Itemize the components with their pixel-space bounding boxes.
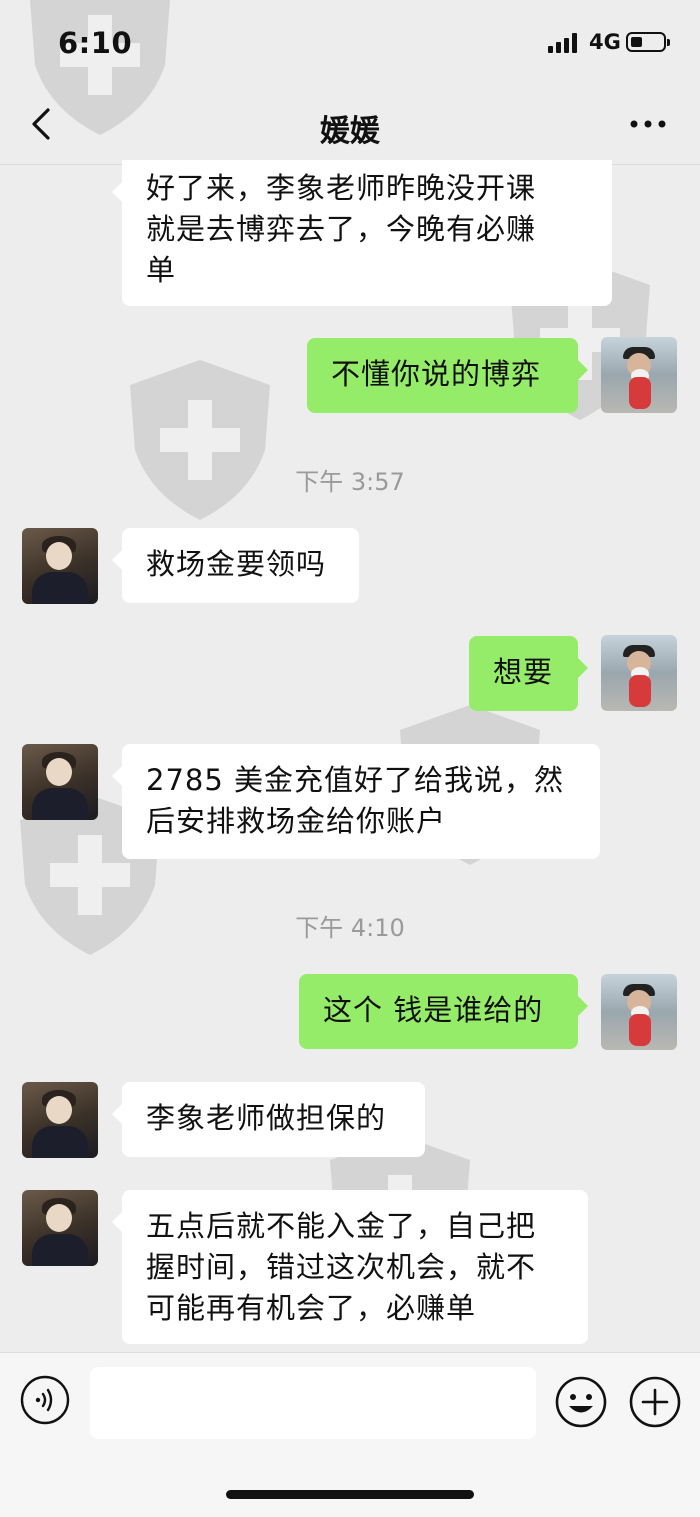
message-text: 不懂你说的博弈 — [331, 357, 542, 391]
message-line: 单 — [146, 253, 177, 287]
message-line: 好了来，李象老师昨晚没开课 — [146, 171, 537, 205]
message-bubble-received[interactable]: 2785 美金充值好了给我说，然 后安排救场金给你账户 — [112, 744, 600, 859]
message-bubble-received[interactable]: 五点后就不能入金了，自己把 握时间，错过这次机会，就不 可能再有机会了，必赚单 — [112, 1190, 588, 1344]
chat-header: 媛媛 — [0, 88, 700, 165]
message-text: 李象老师做担保的 — [146, 1101, 387, 1135]
message-line: 握时间，错过这次机会，就不 — [146, 1250, 537, 1284]
contact-avatar[interactable] — [22, 744, 98, 820]
my-avatar[interactable] — [601, 635, 677, 711]
message-text: 这个 钱是谁给的 — [323, 993, 544, 1027]
message-line: 2785 美金充值好了给我说，然 — [146, 763, 565, 797]
message-bubble-sent[interactable]: 这个 钱是谁给的 — [299, 974, 588, 1049]
my-avatar[interactable] — [601, 337, 677, 413]
message-input[interactable] — [90, 1367, 536, 1439]
cellular-signal-icon — [548, 33, 582, 53]
message-line: 后安排救场金给你账户 — [146, 804, 447, 838]
contact-avatar[interactable] — [22, 1190, 98, 1266]
message-bubble-received[interactable]: 好了来，李象老师昨晚没开课 就是去博弈去了，今晚有必赚 单 — [112, 160, 612, 306]
home-indicator — [226, 1490, 474, 1499]
status-time: 6:10 — [58, 26, 133, 60]
message-line: 就是去博弈去了，今晚有必赚 — [146, 212, 537, 246]
message-text: 想要 — [493, 655, 554, 689]
network-type: 4G — [589, 30, 621, 54]
battery-icon — [626, 32, 670, 52]
watermark-shield-icon — [130, 360, 270, 520]
message-bubble-received[interactable]: 李象老师做担保的 — [112, 1082, 425, 1157]
status-bar: 6:10 4G — [0, 0, 700, 88]
message-line: 五点后就不能入金了，自己把 — [146, 1209, 537, 1243]
my-avatar[interactable] — [601, 974, 677, 1050]
message-text: 救场金要领吗 — [146, 547, 327, 581]
plus-circle-icon[interactable] — [628, 1375, 682, 1429]
message-line: 可能再有机会了，必赚单 — [146, 1291, 477, 1325]
voice-icon[interactable] — [20, 1375, 70, 1425]
contact-avatar[interactable] — [22, 1082, 98, 1158]
emoji-icon[interactable] — [554, 1375, 608, 1429]
message-timestamp: 下午 3:57 — [295, 468, 405, 496]
chat-title: 媛媛 — [320, 114, 380, 149]
contact-avatar[interactable] — [22, 528, 98, 604]
message-bubble-sent[interactable]: 想要 — [469, 636, 588, 711]
message-bubble-received[interactable]: 救场金要领吗 — [112, 528, 359, 603]
more-dots-icon[interactable] — [622, 104, 674, 144]
message-timestamp: 下午 4:10 — [295, 914, 405, 942]
message-bubble-sent[interactable]: 不懂你说的博弈 — [307, 338, 588, 413]
